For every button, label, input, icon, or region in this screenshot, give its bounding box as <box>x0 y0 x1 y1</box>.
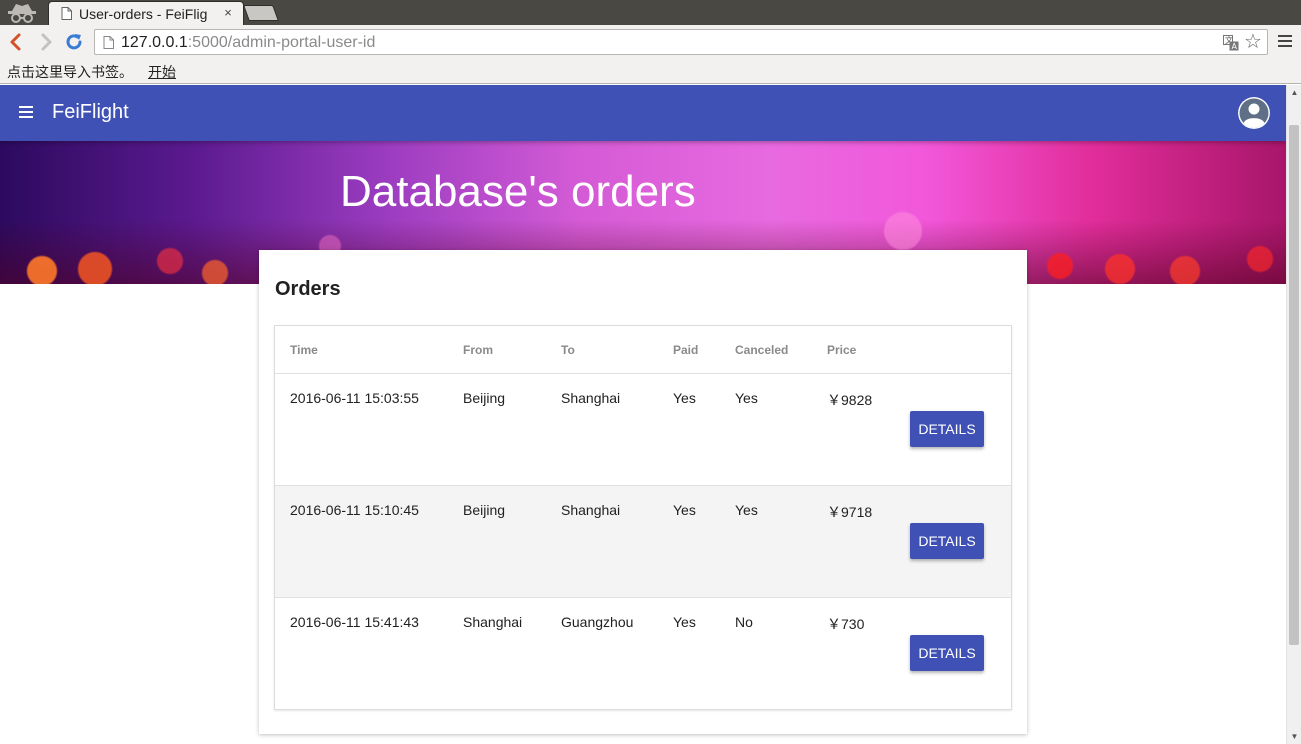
new-tab-button[interactable] <box>243 5 279 21</box>
back-arrow-icon[interactable] <box>6 32 26 52</box>
cell-from: Beijing <box>463 390 506 406</box>
browser-window: User-orders - FeiFlig × 127.0.0.1:5000/a… <box>0 0 1301 744</box>
app-brand: FeiFlight <box>52 101 129 123</box>
cell-paid: Yes <box>673 502 696 518</box>
tab-title: User-orders - FeiFlig <box>79 6 208 22</box>
incognito-icon <box>8 4 36 23</box>
details-button[interactable]: DETAILS <box>910 411 984 447</box>
browser-toolbar: 127.0.0.1:5000/admin-portal-user-id 文 A … <box>0 25 1301 59</box>
column-header-paid[interactable]: Paid <box>673 343 698 357</box>
column-header-canceled[interactable]: Canceled <box>735 343 788 357</box>
bookmarks-import-prompt: 点击这里导入书签。 <box>7 64 133 80</box>
cell-time: 2016-06-11 15:10:45 <box>290 502 419 518</box>
column-header-price[interactable]: Price <box>827 343 856 357</box>
table-header: Time From To Paid Canceled Price <box>275 326 1011 374</box>
cell-canceled: Yes <box>735 502 758 518</box>
cell-paid: Yes <box>673 614 696 630</box>
reload-icon[interactable] <box>64 32 84 52</box>
cell-from: Beijing <box>463 502 506 518</box>
table-row: 2016-06-11 15:41:43 Shanghai Guangzhou Y… <box>275 598 1011 710</box>
svg-text:A: A <box>1232 42 1238 51</box>
url-path: :5000/admin-portal-user-id <box>187 34 376 51</box>
tab-user-orders[interactable]: User-orders - FeiFlig × <box>48 1 244 25</box>
cell-paid: Yes <box>673 390 696 406</box>
translate-icon[interactable]: 文 A <box>1223 35 1239 51</box>
browser-menu-icon[interactable] <box>1278 35 1292 49</box>
orders-card: Orders Time From To Paid Canceled Price … <box>259 250 1027 734</box>
scroll-up-icon[interactable]: ▲ <box>1290 88 1299 97</box>
column-header-time[interactable]: Time <box>290 343 318 357</box>
bookmark-star-icon[interactable]: ☆ <box>1243 32 1263 52</box>
cell-canceled: Yes <box>735 390 758 406</box>
cell-time: 2016-06-11 15:41:43 <box>290 614 419 630</box>
orders-table: Time From To Paid Canceled Price 2016-06… <box>274 325 1012 710</box>
bookmarks-bar: 点击这里导入书签。 开始 <box>0 59 1301 84</box>
menu-icon[interactable] <box>19 106 33 118</box>
user-avatar-icon[interactable] <box>1238 97 1270 129</box>
app-header: FeiFlight <box>0 85 1286 141</box>
scrollbar-thumb[interactable] <box>1289 125 1299 645</box>
cell-price: ￥9828 <box>827 392 873 408</box>
url-host: 127.0.0.1 <box>121 34 188 51</box>
cell-to: Guangzhou <box>561 614 634 630</box>
cell-price: ￥730 <box>827 616 865 632</box>
page-title: Database's orders <box>340 167 696 216</box>
bookmarks-start-link[interactable]: 开始 <box>148 62 176 82</box>
cell-time: 2016-06-11 15:03:55 <box>290 390 419 406</box>
details-button[interactable]: DETAILS <box>910 635 984 671</box>
orders-card-title: Orders <box>275 278 341 300</box>
column-header-to[interactable]: To <box>561 343 575 357</box>
cell-to: Shanghai <box>561 390 621 406</box>
tab-close-icon[interactable]: × <box>221 6 235 20</box>
page-viewport: FeiFlight Database's orders Orders Time … <box>0 85 1286 744</box>
url-text: 127.0.0.1:5000/admin-portal-user-id <box>121 34 375 52</box>
cell-to: Shanghai <box>561 502 621 518</box>
cell-from: Shanghai <box>463 614 523 630</box>
table-row: 2016-06-11 15:10:45 Beijing Shanghai Yes… <box>275 486 1011 598</box>
details-button[interactable]: DETAILS <box>910 523 984 559</box>
table-row: 2016-06-11 15:03:55 Beijing Shanghai Yes… <box>275 374 1011 486</box>
tab-strip: User-orders - FeiFlig × <box>0 0 1301 25</box>
column-header-from[interactable]: From <box>463 343 493 357</box>
address-bar[interactable]: 127.0.0.1:5000/admin-portal-user-id 文 A … <box>94 29 1268 55</box>
cell-price: ￥9718 <box>827 504 873 520</box>
forward-arrow-icon[interactable] <box>36 32 56 52</box>
page-icon <box>103 36 114 49</box>
cell-canceled: No <box>735 614 753 630</box>
page-icon <box>61 7 72 20</box>
scroll-down-icon[interactable]: ▼ <box>1290 732 1299 741</box>
page-scrollbar[interactable]: ▲ ▼ <box>1286 85 1301 744</box>
